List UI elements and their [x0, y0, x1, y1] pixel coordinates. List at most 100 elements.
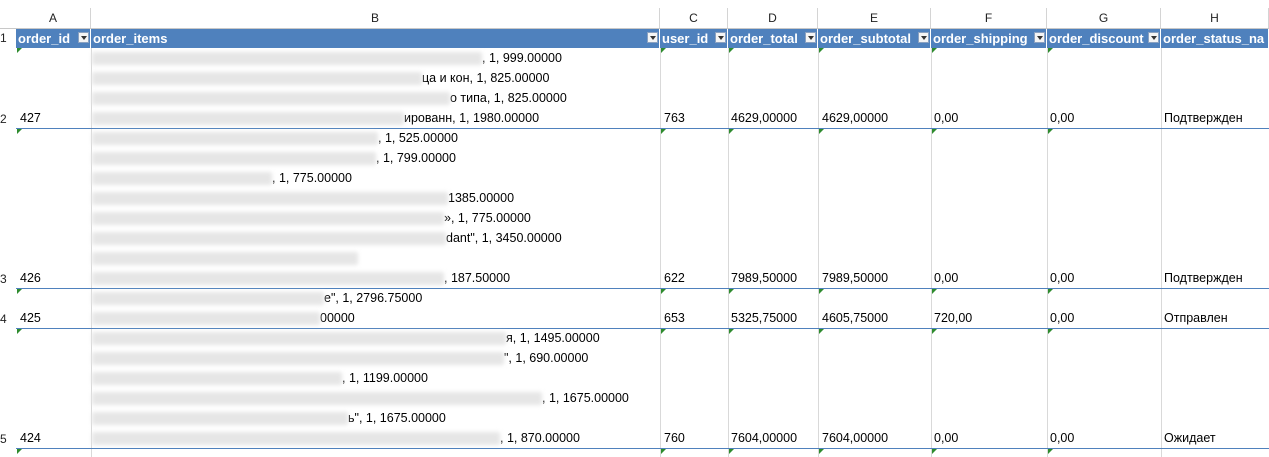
gridline — [1047, 48, 1048, 457]
cell-order-shipping[interactable]: 0,00 — [934, 431, 958, 445]
redacted-text — [92, 412, 348, 426]
column-header-h[interactable]: H — [1161, 8, 1269, 28]
redacted-text — [92, 152, 376, 166]
cell-order-status[interactable]: Подтвержден — [1164, 271, 1243, 285]
error-indicator-icon — [819, 449, 824, 454]
order-item-line: о типа, 1, 825.00000 — [92, 91, 567, 106]
error-indicator-icon — [932, 449, 937, 454]
cell-order-id[interactable]: 427 — [20, 111, 41, 125]
header-cell-order-items[interactable]: order_items — [91, 29, 660, 48]
header-label: order_status_na — [1163, 31, 1265, 46]
row-divider — [16, 128, 1269, 129]
error-indicator-icon — [819, 329, 824, 334]
error-indicator-icon — [17, 129, 22, 134]
row-header-5[interactable]: 5 — [0, 432, 16, 446]
cell-order-shipping[interactable]: 0,00 — [934, 111, 958, 125]
cell-user-id[interactable]: 653 — [664, 311, 685, 325]
column-header-e[interactable]: E — [818, 8, 931, 28]
filter-dropdown-icon[interactable] — [647, 32, 658, 43]
redacted-text — [92, 232, 446, 246]
cell-order-subtotal[interactable]: 4629,00000 — [822, 111, 888, 125]
column-header-g[interactable]: G — [1047, 8, 1161, 28]
column-header-a[interactable]: A — [16, 8, 91, 28]
row-header-3[interactable]: 3 — [0, 272, 16, 286]
header-cell-order-subtotal[interactable]: order_subtotal — [818, 29, 931, 48]
cell-user-id[interactable]: 622 — [664, 271, 685, 285]
column-header-f[interactable]: F — [931, 8, 1047, 28]
filter-dropdown-icon[interactable] — [78, 32, 89, 43]
order-item-line: я, 1, 1495.00000 — [92, 331, 600, 346]
order-item-line: , 1, 799.00000 — [92, 151, 456, 166]
cell-order-discount[interactable]: 0,00 — [1050, 271, 1074, 285]
header-label: order_discount — [1049, 31, 1144, 46]
header-label: order_subtotal — [820, 31, 912, 46]
filter-dropdown-icon[interactable] — [1034, 32, 1045, 43]
filter-dropdown-icon[interactable] — [918, 32, 929, 43]
cell-order-subtotal[interactable]: 7604,00000 — [822, 431, 888, 445]
error-indicator-icon — [932, 48, 937, 53]
cell-order-discount[interactable]: 0,00 — [1050, 431, 1074, 445]
cell-order-total[interactable]: 7989,50000 — [731, 271, 797, 285]
error-indicator-icon — [932, 129, 937, 134]
cell-order-total[interactable]: 7604,00000 — [731, 431, 797, 445]
row-header-2[interactable]: 2 — [0, 112, 16, 126]
filter-dropdown-icon[interactable] — [715, 32, 726, 43]
order-item-line: ированн, 1, 1980.00000 — [92, 111, 539, 126]
header-cell-order-shipping[interactable]: order_shipping — [931, 29, 1047, 48]
header-label: user_id — [662, 31, 709, 46]
cell-order-discount[interactable]: 0,00 — [1050, 111, 1074, 125]
redacted-text — [92, 72, 422, 86]
cell-order-id[interactable]: 426 — [20, 271, 41, 285]
cell-order-status[interactable]: Подтвержден — [1164, 111, 1243, 125]
cell-order-subtotal[interactable]: 7989,50000 — [822, 271, 888, 285]
error-indicator-icon — [661, 329, 666, 334]
cell-order-id[interactable]: 424 — [20, 431, 41, 445]
order-item-line: 00000 — [92, 311, 355, 326]
column-header-b[interactable]: B — [91, 8, 660, 28]
redacted-text — [92, 392, 542, 406]
cell-order-total[interactable]: 5325,75000 — [731, 311, 797, 325]
error-indicator-icon — [819, 129, 824, 134]
order-item-line: dant", 1, 3450.00000 — [92, 231, 562, 246]
header-label: order_id — [18, 31, 71, 46]
cell-order-subtotal[interactable]: 4605,75000 — [822, 311, 888, 325]
error-indicator-icon — [729, 449, 734, 454]
cell-order-id[interactable]: 425 — [20, 311, 41, 325]
error-indicator-icon — [661, 449, 666, 454]
column-header-d[interactable]: D — [728, 8, 818, 28]
header-cell-user-id[interactable]: user_id — [660, 29, 728, 48]
row-divider — [16, 288, 1269, 289]
error-indicator-icon — [17, 449, 22, 454]
cell-user-id[interactable]: 760 — [664, 431, 685, 445]
error-indicator-icon — [1048, 289, 1053, 294]
redacted-text — [92, 352, 504, 366]
error-indicator-icon — [1048, 449, 1053, 454]
row-header-4[interactable]: 4 — [0, 312, 16, 326]
column-header-c[interactable]: C — [660, 8, 728, 28]
cell-order-discount[interactable]: 0,00 — [1050, 311, 1074, 325]
header-cell-order-status[interactable]: order_status_na — [1161, 29, 1269, 48]
cell-user-id[interactable]: 763 — [664, 111, 685, 125]
redacted-text — [92, 132, 378, 146]
filter-dropdown-icon[interactable] — [1148, 32, 1159, 43]
header-cell-order-total[interactable]: order_total — [728, 29, 818, 48]
gridline — [728, 48, 729, 457]
error-indicator-icon — [729, 329, 734, 334]
error-indicator-icon — [932, 329, 937, 334]
error-indicator-icon — [661, 48, 666, 53]
cell-order-status[interactable]: Ожидает — [1164, 431, 1216, 445]
redacted-text — [92, 332, 506, 346]
order-item-line: ь", 1, 1675.00000 — [92, 411, 446, 426]
filter-dropdown-icon[interactable] — [805, 32, 816, 43]
cell-order-status[interactable]: Отправлен — [1164, 311, 1228, 325]
header-cell-order-id[interactable]: order_id — [16, 29, 91, 48]
redacted-text — [92, 252, 358, 266]
cell-order-shipping[interactable]: 720,00 — [934, 311, 972, 325]
row-divider — [16, 448, 1269, 449]
cell-order-total[interactable]: 4629,00000 — [731, 111, 797, 125]
row-header-1[interactable]: 1 — [0, 31, 16, 45]
redacted-text — [92, 312, 320, 326]
cell-order-shipping[interactable]: 0,00 — [934, 271, 958, 285]
header-cell-order-discount[interactable]: order_discount — [1047, 29, 1161, 48]
redacted-text — [92, 192, 448, 206]
